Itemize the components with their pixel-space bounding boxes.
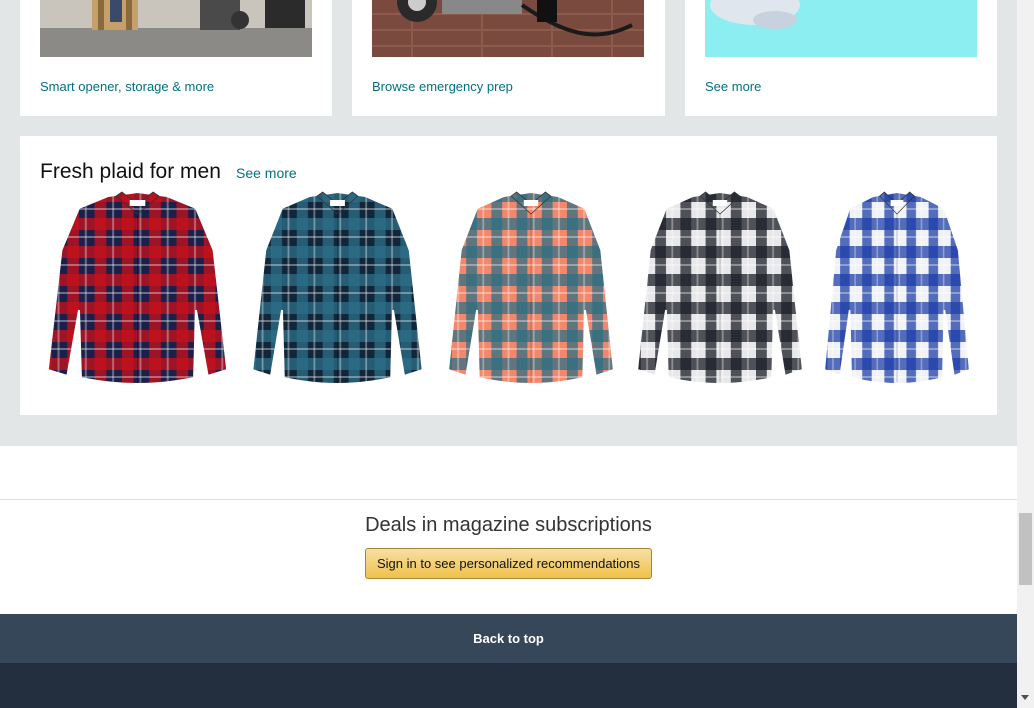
card-see-more: See more [685, 0, 997, 116]
navy-teal-plaid-shirt[interactable] [245, 190, 430, 390]
scrollbar-thumb[interactable] [1019, 513, 1032, 585]
footer [0, 663, 1017, 708]
card-emergency: Browse emergency prep [352, 0, 665, 116]
deals-title: Deals in magazine subscriptions [365, 514, 652, 536]
red-navy-plaid-shirt[interactable] [40, 190, 235, 390]
plaid-section: Fresh plaid for men See more [20, 136, 997, 415]
plaid-see-more-link[interactable]: See more [236, 165, 297, 181]
blue-white-plaid-shirt[interactable] [818, 190, 976, 390]
card-garage: Smart opener, storage & more [20, 0, 332, 116]
emergency-prep-link[interactable]: Browse emergency prep [372, 79, 513, 94]
divider [0, 499, 1017, 500]
black-white-plaid-shirt[interactable] [630, 190, 810, 390]
section-title: Fresh plaid for men [40, 160, 221, 183]
back-to-top-button[interactable]: Back to top [0, 614, 1017, 663]
page: Smart opener, storage & more Browse emer… [0, 0, 1017, 708]
sign-in-button[interactable]: Sign in to see personalized recommendati… [365, 548, 652, 579]
garage-link[interactable]: Smart opener, storage & more [40, 79, 214, 94]
coral-teal-plaid-shirt[interactable] [441, 190, 621, 390]
garage-storage-image[interactable] [40, 0, 312, 57]
see-more-link[interactable]: See more [705, 79, 761, 94]
vertical-scrollbar[interactable] [1017, 0, 1034, 708]
generator-wheel-image[interactable] [372, 0, 644, 57]
deals-band: Deals in magazine subscriptions Sign in … [0, 446, 1017, 614]
scroll-down-arrow-icon[interactable] [1021, 695, 1029, 700]
teal-product-image[interactable] [705, 0, 977, 57]
